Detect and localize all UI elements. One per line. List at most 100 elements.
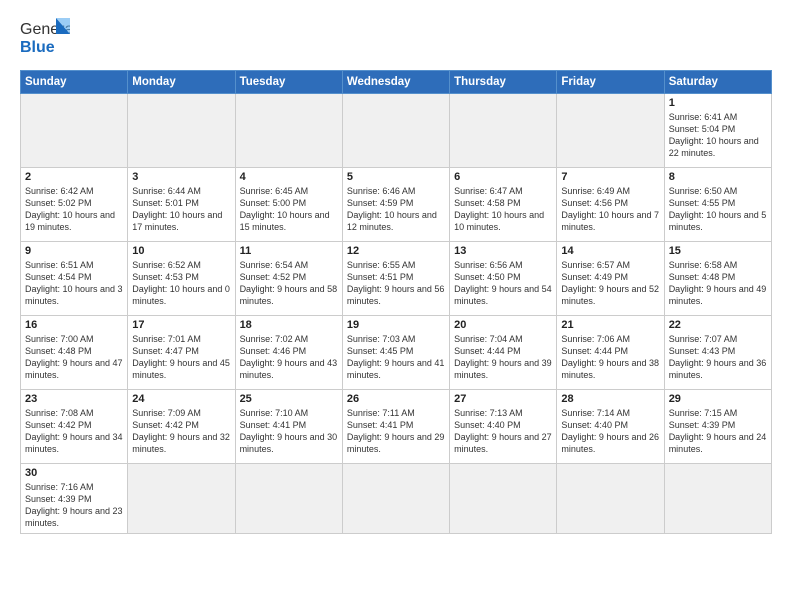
day-number: 20 (454, 319, 552, 331)
day-info: Sunrise: 7:03 AM Sunset: 4:45 PM Dayligh… (347, 333, 445, 382)
calendar-cell: 13 Sunrise: 6:56 AM Sunset: 4:50 PM Dayli… (450, 242, 557, 316)
day-info: Sunrise: 6:52 AM Sunset: 4:53 PM Dayligh… (132, 259, 230, 308)
day-info: Sunrise: 6:45 AM Sunset: 5:00 PM Dayligh… (240, 185, 338, 234)
day-number: 29 (669, 393, 767, 405)
day-info: Sunrise: 6:44 AM Sunset: 5:01 PM Dayligh… (132, 185, 230, 234)
calendar-header-saturday: Saturday (664, 71, 771, 94)
day-number: 19 (347, 319, 445, 331)
day-info: Sunrise: 6:55 AM Sunset: 4:51 PM Dayligh… (347, 259, 445, 308)
day-number: 14 (561, 245, 659, 257)
day-info: Sunrise: 7:14 AM Sunset: 4:40 PM Dayligh… (561, 407, 659, 456)
day-info: Sunrise: 7:08 AM Sunset: 4:42 PM Dayligh… (25, 407, 123, 456)
day-number: 25 (240, 393, 338, 405)
day-number: 10 (132, 245, 230, 257)
day-info: Sunrise: 7:01 AM Sunset: 4:47 PM Dayligh… (132, 333, 230, 382)
calendar-cell (128, 464, 235, 534)
calendar-week-row: 30 Sunrise: 7:16 AM Sunset: 4:39 PM Dayli… (21, 464, 772, 534)
calendar-week-row: 9 Sunrise: 6:51 AM Sunset: 4:54 PM Daylig… (21, 242, 772, 316)
calendar-cell: 15Sunrise: 6:58 AM Sunset: 4:48 PM Dayli… (664, 242, 771, 316)
calendar-cell (235, 94, 342, 168)
day-info: Sunrise: 6:58 AM Sunset: 4:48 PM Dayligh… (669, 259, 767, 308)
day-number: 9 (25, 245, 123, 257)
calendar-cell: 23 Sunrise: 7:08 AM Sunset: 4:42 PM Dayli… (21, 390, 128, 464)
calendar-cell: 26 Sunrise: 7:11 AM Sunset: 4:41 PM Dayli… (342, 390, 449, 464)
calendar-cell: 11 Sunrise: 6:54 AM Sunset: 4:52 PM Dayli… (235, 242, 342, 316)
calendar-cell: 7 Sunrise: 6:49 AM Sunset: 4:56 PM Daylig… (557, 168, 664, 242)
calendar-cell (21, 94, 128, 168)
day-number: 16 (25, 319, 123, 331)
header: GeneralBlue (20, 16, 772, 60)
calendar-table: SundayMondayTuesdayWednesdayThursdayFrid… (20, 70, 772, 534)
calendar-header-sunday: Sunday (21, 71, 128, 94)
day-info: Sunrise: 7:15 AM Sunset: 4:39 PM Dayligh… (669, 407, 767, 456)
day-info: Sunrise: 6:46 AM Sunset: 4:59 PM Dayligh… (347, 185, 445, 234)
calendar-cell: 22Sunrise: 7:07 AM Sunset: 4:43 PM Dayli… (664, 316, 771, 390)
logo: GeneralBlue (20, 16, 70, 60)
day-info: Sunrise: 6:47 AM Sunset: 4:58 PM Dayligh… (454, 185, 552, 234)
calendar-cell: 10 Sunrise: 6:52 AM Sunset: 4:53 PM Dayli… (128, 242, 235, 316)
calendar-cell (557, 464, 664, 534)
day-info: Sunrise: 6:49 AM Sunset: 4:56 PM Dayligh… (561, 185, 659, 234)
calendar-header-thursday: Thursday (450, 71, 557, 94)
calendar-cell: 24Sunrise: 7:09 AM Sunset: 4:42 PM Dayli… (128, 390, 235, 464)
calendar-header-monday: Monday (128, 71, 235, 94)
calendar-cell: 16Sunrise: 7:00 AM Sunset: 4:48 PM Dayli… (21, 316, 128, 390)
calendar-week-row: 16Sunrise: 7:00 AM Sunset: 4:48 PM Dayli… (21, 316, 772, 390)
calendar-week-row: 23 Sunrise: 7:08 AM Sunset: 4:42 PM Dayli… (21, 390, 772, 464)
day-info: Sunrise: 7:16 AM Sunset: 4:39 PM Dayligh… (25, 481, 123, 530)
day-number: 28 (561, 393, 659, 405)
calendar-cell: 27Sunrise: 7:13 AM Sunset: 4:40 PM Dayli… (450, 390, 557, 464)
day-number: 1 (669, 97, 767, 109)
calendar-header-friday: Friday (557, 71, 664, 94)
calendar-cell: 30 Sunrise: 7:16 AM Sunset: 4:39 PM Dayli… (21, 464, 128, 534)
day-number: 26 (347, 393, 445, 405)
day-number: 18 (240, 319, 338, 331)
calendar-cell: 18 Sunrise: 7:02 AM Sunset: 4:46 PM Dayli… (235, 316, 342, 390)
calendar-cell: 25 Sunrise: 7:10 AM Sunset: 4:41 PM Dayli… (235, 390, 342, 464)
day-info: Sunrise: 7:11 AM Sunset: 4:41 PM Dayligh… (347, 407, 445, 456)
day-number: 7 (561, 171, 659, 183)
day-number: 11 (240, 245, 338, 257)
day-info: Sunrise: 6:42 AM Sunset: 5:02 PM Dayligh… (25, 185, 123, 234)
day-info: Sunrise: 7:06 AM Sunset: 4:44 PM Dayligh… (561, 333, 659, 382)
day-info: Sunrise: 6:54 AM Sunset: 4:52 PM Dayligh… (240, 259, 338, 308)
day-info: Sunrise: 7:02 AM Sunset: 4:46 PM Dayligh… (240, 333, 338, 382)
day-info: Sunrise: 6:56 AM Sunset: 4:50 PM Dayligh… (454, 259, 552, 308)
calendar-cell (235, 464, 342, 534)
day-number: 4 (240, 171, 338, 183)
calendar-header-tuesday: Tuesday (235, 71, 342, 94)
day-number: 24 (132, 393, 230, 405)
day-info: Sunrise: 7:04 AM Sunset: 4:44 PM Dayligh… (454, 333, 552, 382)
calendar-header-wednesday: Wednesday (342, 71, 449, 94)
calendar-cell: 29 Sunrise: 7:15 AM Sunset: 4:39 PM Dayli… (664, 390, 771, 464)
calendar-cell: 4 Sunrise: 6:45 AM Sunset: 5:00 PM Daylig… (235, 168, 342, 242)
calendar-cell: 12 Sunrise: 6:55 AM Sunset: 4:51 PM Dayli… (342, 242, 449, 316)
day-number: 17 (132, 319, 230, 331)
day-number: 30 (25, 467, 123, 479)
calendar-cell (450, 464, 557, 534)
calendar-cell (128, 94, 235, 168)
calendar-cell: 9 Sunrise: 6:51 AM Sunset: 4:54 PM Daylig… (21, 242, 128, 316)
day-info: Sunrise: 6:51 AM Sunset: 4:54 PM Dayligh… (25, 259, 123, 308)
calendar-cell: 2Sunrise: 6:42 AM Sunset: 5:02 PM Daylig… (21, 168, 128, 242)
day-number: 23 (25, 393, 123, 405)
calendar-cell: 19 Sunrise: 7:03 AM Sunset: 4:45 PM Dayli… (342, 316, 449, 390)
day-info: Sunrise: 6:50 AM Sunset: 4:55 PM Dayligh… (669, 185, 767, 234)
day-number: 13 (454, 245, 552, 257)
calendar-cell: 14Sunrise: 6:57 AM Sunset: 4:49 PM Dayli… (557, 242, 664, 316)
day-number: 27 (454, 393, 552, 405)
calendar-cell: 21Sunrise: 7:06 AM Sunset: 4:44 PM Dayli… (557, 316, 664, 390)
calendar-cell: 1Sunrise: 6:41 AM Sunset: 5:04 PM Daylig… (664, 94, 771, 168)
calendar-cell (342, 94, 449, 168)
calendar-cell: 5Sunrise: 6:46 AM Sunset: 4:59 PM Daylig… (342, 168, 449, 242)
calendar-cell: 8Sunrise: 6:50 AM Sunset: 4:55 PM Daylig… (664, 168, 771, 242)
day-number: 12 (347, 245, 445, 257)
calendar-cell (342, 464, 449, 534)
day-number: 22 (669, 319, 767, 331)
day-info: Sunrise: 7:10 AM Sunset: 4:41 PM Dayligh… (240, 407, 338, 456)
day-number: 3 (132, 171, 230, 183)
calendar-cell: 3 Sunrise: 6:44 AM Sunset: 5:01 PM Daylig… (128, 168, 235, 242)
logo-svg: GeneralBlue (20, 16, 70, 60)
svg-text:Blue: Blue (20, 39, 55, 56)
page: GeneralBlue SundayMondayTuesdayWednesday… (0, 0, 792, 612)
